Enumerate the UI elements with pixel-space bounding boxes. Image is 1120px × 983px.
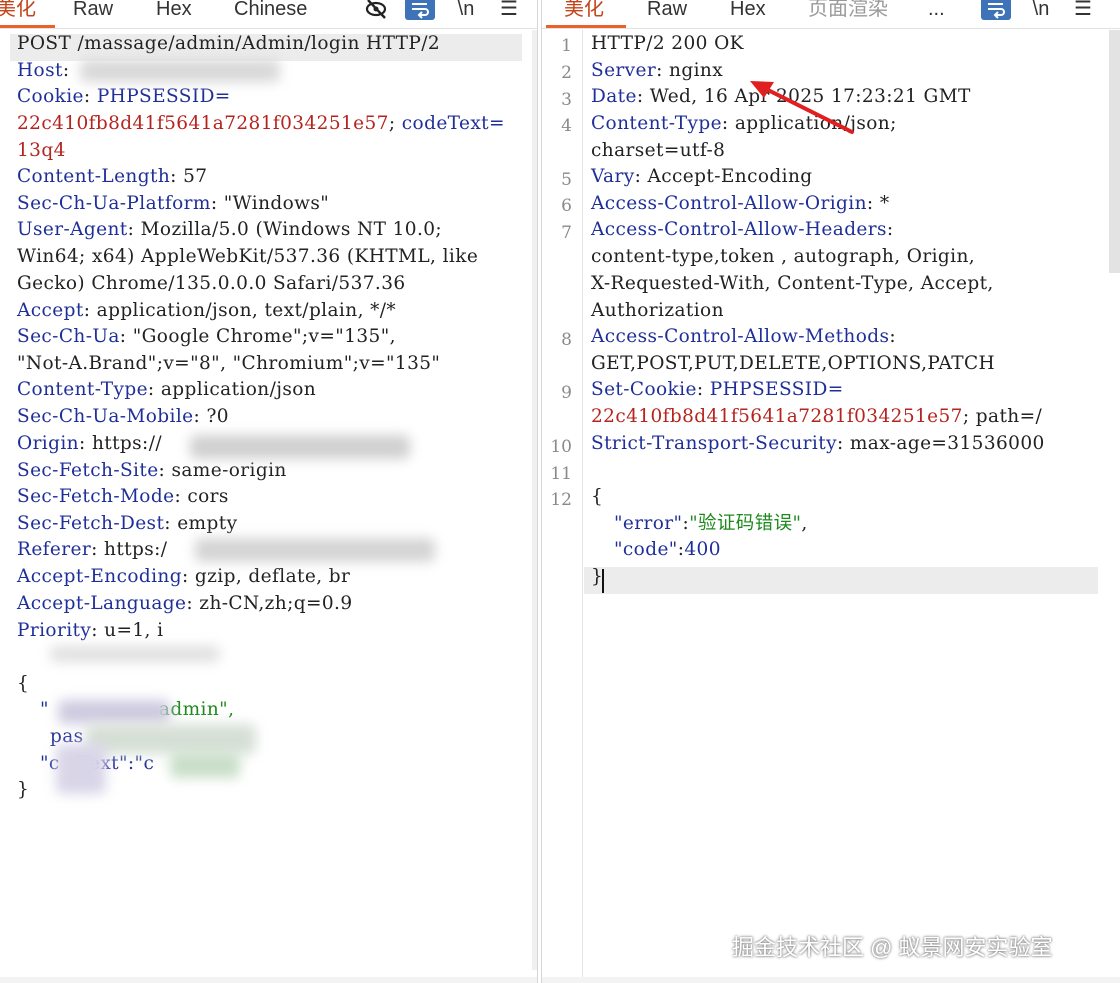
- response-pane: 美化 Raw Hex 页面渲染 ... \n ☰ 1 2 3 4 5 6 7 8…: [541, 0, 1120, 983]
- hamburger-icon[interactable]: ☰: [498, 0, 520, 22]
- active-tab-indicator: [546, 25, 626, 28]
- red-arrow-annotation: [750, 81, 854, 134]
- request-scrollbar[interactable]: [532, 30, 537, 970]
- line-number: 6: [561, 196, 572, 216]
- line-number: 3: [561, 90, 572, 110]
- header-acam-cont: GET,POST,PUT,DELETE,OPTIONS,PATCH: [591, 353, 996, 374]
- header-fetch-dest: Sec-Fetch-Dest: empty: [17, 513, 238, 534]
- header-user-agent: User-Agent: Mozilla/5.0 (Windows NT 10.0…: [17, 219, 443, 240]
- tab-raw[interactable]: Raw: [73, 0, 113, 26]
- header-platform: Sec-Ch-Ua-Platform: "Windows": [17, 193, 330, 214]
- line-number: 9: [561, 383, 572, 403]
- active-tab-indicator: [0, 25, 55, 28]
- header-mobile: Sec-Ch-Ua-Mobile: ?0: [17, 406, 229, 427]
- header-sec-ch-ua: Sec-Ch-Ua: "Google Chrome";v="135",: [17, 326, 396, 347]
- header-set-cookie-cont: 22c410fb8d41f5641a7281f034251e57; path=/: [591, 406, 1043, 427]
- header-server: Server: nginx: [591, 60, 724, 81]
- header-sec-ch-ua-cont: "Not-A.Brand";v="8", "Chromium";v="135": [17, 353, 441, 374]
- request-line: POST /massage/admin/Admin/login HTTP/2: [17, 33, 441, 54]
- tab-raw[interactable]: Raw: [647, 0, 687, 26]
- redaction-password: [86, 724, 256, 754]
- header-cookie: Cookie: PHPSESSID=: [17, 86, 231, 107]
- header-acah: Access-Control-Allow-Headers:: [591, 219, 894, 240]
- line-number: 5: [561, 170, 572, 190]
- response-tab-bar: 美化 Raw Hex 页面渲染 ... \n ☰: [542, 0, 1120, 29]
- current-line-highlight: [584, 567, 1098, 594]
- header-acao: Access-Control-Allow-Origin: *: [591, 193, 890, 214]
- status-line: HTTP/2 200 OK: [591, 33, 744, 54]
- header-accept-encoding: Accept-Encoding: gzip, deflate, br: [17, 566, 351, 587]
- redaction-blank: [50, 646, 220, 662]
- tab-hex[interactable]: Hex: [730, 0, 766, 26]
- header-acam: Access-Control-Allow-Methods:: [591, 326, 897, 347]
- header-fetch-site: Sec-Fetch-Site: same-origin: [17, 460, 287, 481]
- wrap-icon[interactable]: [405, 0, 435, 20]
- header-accept-language: Accept-Language: zh-CN,zh;q=0.9: [17, 593, 353, 614]
- header-content-length: Content-Length: 57: [17, 166, 208, 187]
- line-number: 7: [561, 223, 572, 243]
- tab-hex[interactable]: Hex: [156, 0, 192, 26]
- watermark-text: 掘金技术社区 @ 蚁景网安实验室: [732, 935, 1053, 960]
- text-cursor: [602, 569, 604, 593]
- header-priority: Priority: u=1, i: [17, 620, 164, 641]
- tab-chinese[interactable]: Chinese: [234, 0, 307, 26]
- header-vary: Vary: Accept-Encoding: [591, 166, 813, 187]
- header-content-type-cont: charset=utf-8: [591, 140, 726, 161]
- newline-toggle-icon[interactable]: \n: [1030, 0, 1052, 22]
- header-origin: Origin: https://: [17, 433, 162, 454]
- wrap-icon[interactable]: [981, 0, 1011, 20]
- tab-pretty[interactable]: 美化: [0, 0, 36, 26]
- line-number: 10: [550, 437, 572, 457]
- tab-render[interactable]: 页面渲染: [808, 0, 888, 26]
- body-open-brace: {: [17, 673, 30, 694]
- hamburger-icon[interactable]: ☰: [1072, 0, 1094, 22]
- header-user-agent-cont2: Gecko) Chrome/135.0.0.0 Safari/537.36: [17, 273, 406, 294]
- header-referer: Referer: https:/: [17, 539, 168, 560]
- header-cookie-cont2: 13q4: [17, 140, 66, 161]
- eye-slash-icon[interactable]: [363, 0, 389, 22]
- line-number: 4: [561, 116, 572, 136]
- json-open-brace: {: [591, 486, 604, 507]
- newline-toggle-icon[interactable]: \n: [455, 0, 477, 22]
- redaction-code-value: [170, 752, 240, 778]
- line-number-gutter: 1 2 3 4 5 6 7 8 9 10 11 12: [542, 30, 583, 983]
- redaction-username: [58, 700, 170, 724]
- json-code-field: "code":400: [614, 539, 721, 560]
- header-acah-cont2: X-Requested-With, Content-Type, Accept,: [591, 273, 994, 294]
- json-error-field: "error":"验证码错误",: [614, 513, 808, 534]
- header-cookie-cont: 22c410fb8d41f5641a7281f034251e57; codeTe…: [17, 113, 505, 134]
- header-acah-cont: content-type,token , autograph, Origin,: [591, 246, 976, 267]
- header-set-cookie: Set-Cookie: PHPSESSID=: [591, 379, 844, 400]
- header-accept: Accept: application/json, text/plain, */…: [17, 300, 397, 321]
- request-tab-bar: 美化 Raw Hex Chinese \n ☰: [0, 0, 537, 29]
- line-number: 2: [561, 63, 572, 83]
- redaction-code-key: [56, 744, 106, 794]
- response-scrollbar[interactable]: [1109, 30, 1120, 273]
- header-user-agent-cont: Win64; x64) AppleWebKit/537.36 (KHTML, l…: [17, 246, 479, 267]
- redaction-host: [80, 60, 280, 82]
- request-pane: 美化 Raw Hex Chinese \n ☰ POST /massage/ad…: [0, 0, 538, 983]
- line-number: 11: [550, 464, 572, 484]
- line-number: 12: [550, 490, 572, 510]
- redaction-origin: [190, 435, 410, 459]
- body-close-brace: }: [17, 779, 30, 800]
- line-number: 1: [561, 36, 572, 56]
- response-status-bar: [542, 977, 1120, 983]
- header-fetch-mode: Sec-Fetch-Mode: cors: [17, 486, 229, 507]
- redaction-referer: [195, 538, 435, 562]
- tab-pretty[interactable]: 美化: [564, 0, 604, 26]
- header-hsts: Strict-Transport-Security: max-age=31536…: [591, 433, 1045, 454]
- request-status-bar: [0, 977, 537, 983]
- header-acah-cont3: Authorization: [591, 300, 724, 321]
- header-host: Host:: [17, 60, 70, 81]
- tab-more[interactable]: ...: [928, 0, 945, 26]
- line-number: 8: [561, 330, 572, 350]
- header-content-type: Content-Type: application/json: [17, 379, 317, 400]
